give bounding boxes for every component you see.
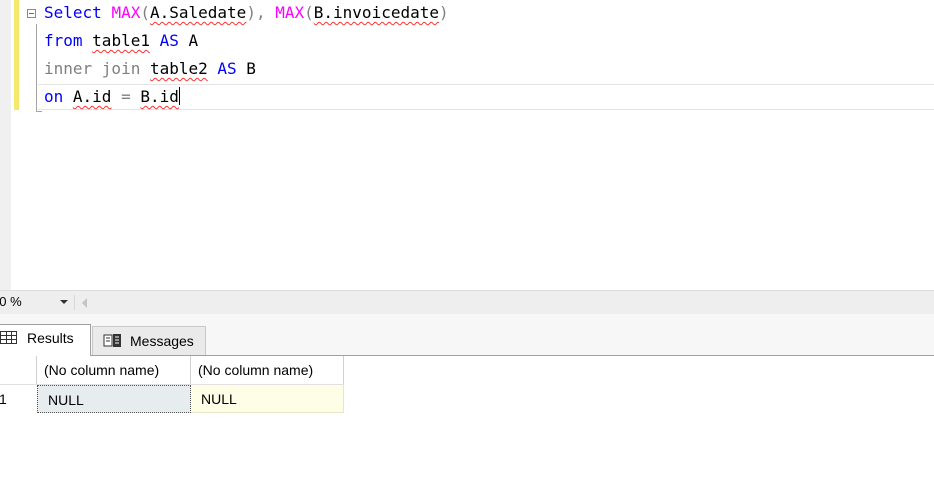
editor-gutter xyxy=(0,0,11,290)
divider xyxy=(74,295,75,310)
row-number[interactable]: 1 xyxy=(0,385,36,413)
code-token: on xyxy=(44,87,73,106)
code-token: Select xyxy=(44,3,112,22)
code-line-1[interactable]: Select MAX(A.Saledate), MAX(B.invoicedat… xyxy=(44,2,449,24)
messages-icon xyxy=(103,334,121,347)
code-token: table1 xyxy=(92,31,150,50)
code-token: A.id xyxy=(72,87,112,106)
tab-messages-label: Messages xyxy=(130,333,194,349)
zoom-bar: 10 % xyxy=(0,290,934,314)
code-token: A xyxy=(188,31,199,50)
code-token: B.id xyxy=(140,87,179,106)
code-token: B xyxy=(246,59,256,78)
code-token: AS xyxy=(149,31,189,50)
code-token: from xyxy=(44,31,93,50)
code-token: B.invoicedate xyxy=(313,3,439,22)
code-token: ( xyxy=(304,3,314,22)
code-token: ), xyxy=(246,3,276,22)
outline-guide-end xyxy=(36,111,42,112)
chevron-down-icon[interactable] xyxy=(60,300,68,304)
code-token: inner join xyxy=(44,59,150,78)
code-token: A.Saledate xyxy=(149,3,247,22)
code-token: ( xyxy=(140,3,150,22)
table-cell[interactable]: NULL xyxy=(37,385,191,413)
code-token: MAX xyxy=(275,3,305,22)
column-header-1[interactable]: (No column name) xyxy=(37,356,191,385)
code-token: ) xyxy=(439,3,449,22)
change-tracking-bar xyxy=(14,0,19,110)
code-token: = xyxy=(111,87,141,106)
query-editor[interactable]: Select MAX(A.Saledate), MAX(B.invoicedat… xyxy=(0,0,934,290)
column-header-2[interactable]: (No column name) xyxy=(191,356,344,385)
code-token: table2 xyxy=(149,59,208,78)
zoom-level[interactable]: 10 % xyxy=(0,294,22,309)
code-token: MAX xyxy=(111,3,141,22)
text-caret xyxy=(178,87,180,105)
code-token: AS xyxy=(207,59,247,78)
outline-guide xyxy=(36,24,37,112)
tab-results[interactable]: Results xyxy=(0,324,91,356)
code-line-3[interactable]: inner join table2 AS B xyxy=(44,58,256,80)
results-tab-strip: Results Messages xyxy=(0,314,934,356)
table-cell[interactable]: NULL xyxy=(191,385,344,413)
tab-results-label: Results xyxy=(27,330,74,346)
grid-icon xyxy=(0,331,17,344)
collapse-icon[interactable] xyxy=(27,9,36,18)
code-line-2[interactable]: from table1 AS A xyxy=(44,30,198,52)
code-line-4[interactable]: on A.id = B.id xyxy=(44,86,180,108)
row-header-corner[interactable] xyxy=(0,356,37,385)
scroll-left-arrow-icon[interactable] xyxy=(82,298,87,308)
tab-messages[interactable]: Messages xyxy=(92,326,206,355)
